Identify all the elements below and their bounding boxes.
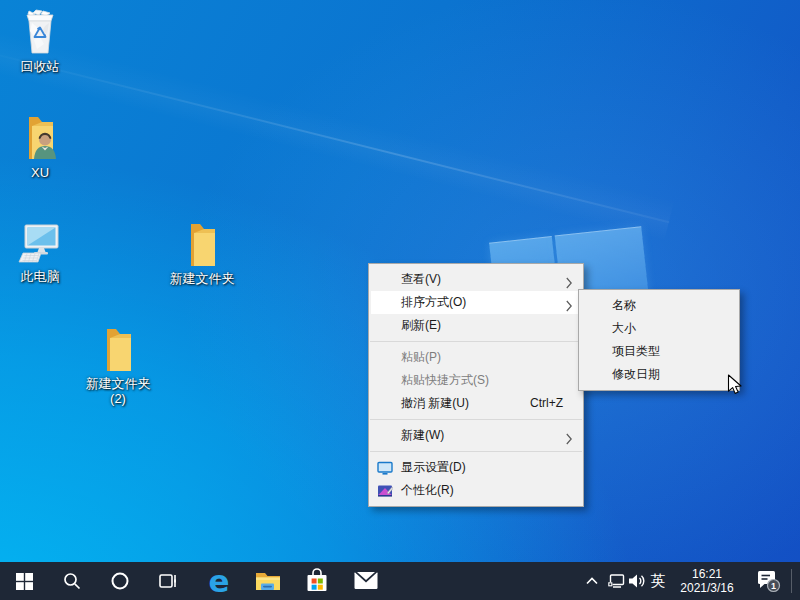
- desktop-icon-recycle-bin[interactable]: 回收站: [2, 8, 78, 74]
- start-button[interactable]: [2, 562, 46, 600]
- search-button[interactable]: [50, 562, 94, 600]
- clock-date: 2021/3/16: [672, 581, 742, 595]
- task-view-button[interactable]: [146, 562, 190, 600]
- volume-icon: [628, 573, 646, 589]
- icon-label: 新建文件夹(2): [86, 376, 151, 406]
- menu-item-undo-new[interactable]: 撤消 新建(U) Ctrl+Z: [369, 392, 583, 415]
- edge-icon: e: [208, 566, 229, 597]
- this-pc-icon: [17, 222, 63, 266]
- icon-label: 此电脑: [21, 269, 60, 284]
- store-button[interactable]: [295, 562, 339, 600]
- sort-by-submenu: 名称 大小 项目类型 修改日期: [578, 289, 740, 391]
- tray-clock[interactable]: 16:21 2021/3/16: [672, 562, 742, 600]
- desktop-icon-xu-folder[interactable]: XU: [2, 112, 78, 180]
- menu-separator: [370, 419, 582, 420]
- cortana-button[interactable]: [98, 562, 142, 600]
- mail-icon: [353, 570, 379, 592]
- menu-item-sort-by[interactable]: 排序方式(O): [369, 291, 583, 314]
- desktop-icon-this-pc[interactable]: 此电脑: [2, 222, 78, 284]
- icon-label: XU: [31, 165, 49, 180]
- menu-item-paste[interactable]: 粘贴(P): [369, 346, 583, 369]
- submenu-item-size[interactable]: 大小: [579, 317, 739, 340]
- submenu-item-date-modified[interactable]: 修改日期: [579, 363, 739, 386]
- network-icon: [607, 573, 625, 589]
- menu-separator: [370, 451, 582, 452]
- shortcut-label: Ctrl+Z: [530, 392, 563, 415]
- folder-icon: [182, 222, 222, 268]
- menu-item-personalize[interactable]: 个性化(R): [369, 479, 583, 502]
- file-explorer-icon: [255, 569, 281, 593]
- store-icon: [305, 568, 329, 594]
- windows-logo-icon: [16, 573, 33, 590]
- desktop-icon-new-folder[interactable]: 新建文件夹: [164, 222, 240, 286]
- tray-ime-indicator[interactable]: 英: [645, 562, 671, 600]
- clock-time: 16:21: [672, 567, 742, 581]
- submenu-arrow-icon: [566, 430, 572, 453]
- chevron-up-icon: [586, 577, 598, 585]
- windows-desktop: 回收站 XU: [0, 0, 800, 600]
- menu-item-paste-shortcut[interactable]: 粘贴快捷方式(S): [369, 369, 583, 392]
- svg-text:1: 1: [771, 581, 776, 591]
- personalize-icon: [377, 483, 393, 499]
- user-folder-icon: [20, 112, 60, 162]
- folder-icon: [98, 327, 138, 373]
- notification-icon: 1: [755, 569, 781, 593]
- mail-button[interactable]: [344, 562, 388, 600]
- icon-label: 新建文件夹: [170, 271, 235, 286]
- show-desktop-button[interactable]: [791, 569, 792, 593]
- display-settings-icon: [377, 460, 393, 476]
- menu-item-new[interactable]: 新建(W): [369, 424, 583, 447]
- action-center-button[interactable]: 1: [748, 562, 788, 600]
- tray-show-hidden-icons[interactable]: [578, 562, 606, 600]
- mouse-cursor: [727, 374, 747, 396]
- recycle-bin-icon: [20, 8, 60, 56]
- file-explorer-button[interactable]: [246, 562, 290, 600]
- cortana-icon: [110, 571, 130, 591]
- desktop-icon-new-folder-2[interactable]: 新建文件夹(2): [80, 327, 156, 406]
- taskbar: e: [0, 562, 800, 600]
- edge-button[interactable]: e: [197, 562, 241, 600]
- submenu-item-name[interactable]: 名称: [579, 294, 739, 317]
- task-view-icon: [158, 571, 178, 591]
- search-icon: [62, 571, 82, 591]
- icon-label: 回收站: [21, 59, 60, 74]
- desktop-context-menu: 查看(V) 排序方式(O) 刷新(E) 粘贴(P) 粘贴快捷方式(S) 撤消 新…: [368, 263, 584, 507]
- menu-item-view[interactable]: 查看(V): [369, 268, 583, 291]
- menu-item-display-settings[interactable]: 显示设置(D): [369, 456, 583, 479]
- menu-separator: [370, 341, 582, 342]
- wallpaper-light-beam: [0, 31, 674, 241]
- menu-item-refresh[interactable]: 刷新(E): [369, 314, 583, 337]
- submenu-item-item-type[interactable]: 项目类型: [579, 340, 739, 363]
